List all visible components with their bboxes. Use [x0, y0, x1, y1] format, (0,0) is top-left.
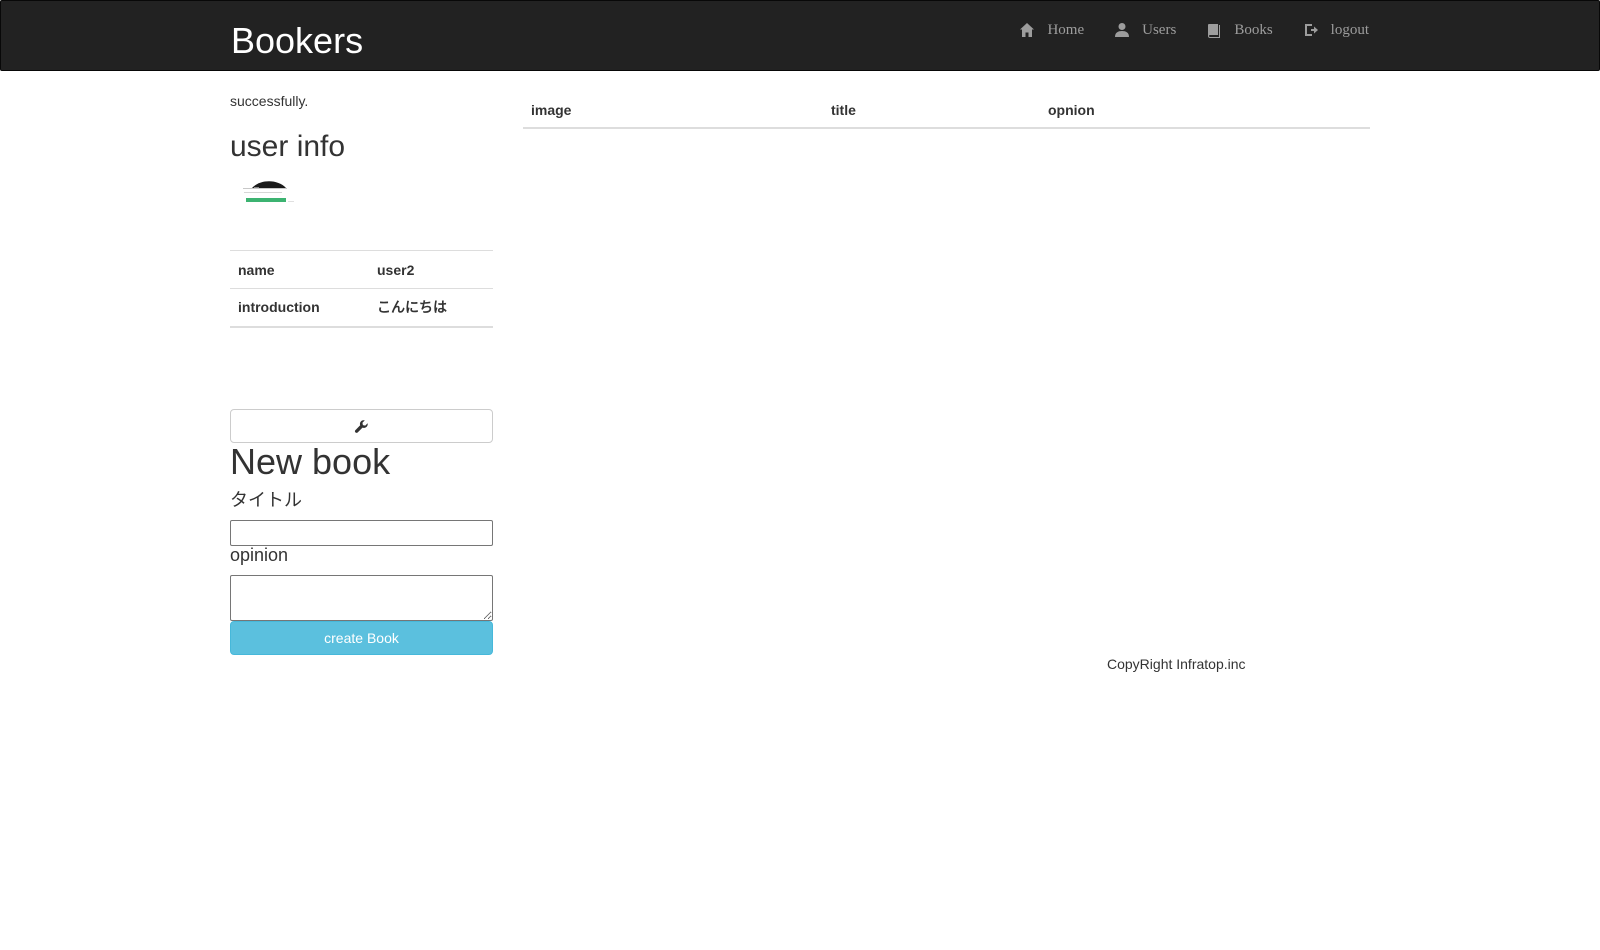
- create-book-button[interactable]: create Book: [230, 621, 493, 655]
- user-info-row-name: name user2: [230, 250, 493, 289]
- column-header-image: image: [523, 92, 823, 129]
- book-icon: [1208, 24, 1221, 38]
- user-info-value: こんにちは: [369, 288, 493, 328]
- user-icon: [1115, 23, 1130, 37]
- user-info-value: user2: [369, 250, 493, 289]
- edit-profile-button[interactable]: [230, 409, 493, 443]
- new-book-heading: New book: [230, 441, 391, 482]
- flash-message: successfully.: [230, 93, 309, 109]
- opinion-textarea[interactable]: [230, 575, 493, 621]
- nav-link-books[interactable]: Books: [1206, 20, 1273, 40]
- user-info-table: name user2 introduction こんにちは: [230, 250, 493, 328]
- nav-link-label: logout: [1330, 22, 1369, 38]
- nav-link-users[interactable]: Users: [1114, 20, 1176, 40]
- opinion-label: opinion: [230, 545, 289, 565]
- books-table: image title opnion: [523, 92, 1370, 129]
- profile-image: [243, 181, 294, 202]
- user-info-label: introduction: [230, 288, 369, 328]
- nav-link-home[interactable]: Home: [1019, 20, 1084, 40]
- home-icon: [1020, 23, 1035, 37]
- nav-link-label: Home: [1047, 22, 1085, 38]
- nav-link-logout[interactable]: logout: [1303, 20, 1369, 40]
- nav-link-label: Users: [1142, 22, 1177, 38]
- column-header-title: title: [823, 92, 1040, 129]
- user-info-label: name: [230, 250, 369, 289]
- nav-link-label: Books: [1234, 22, 1273, 38]
- title-input[interactable]: [230, 520, 493, 546]
- footer-copyright: CopyRight Infratop.inc: [1107, 656, 1246, 672]
- nav-links: Home Users Books logout: [1019, 20, 1369, 40]
- user-info-heading: user info: [230, 130, 346, 163]
- title-label: タイトル: [230, 490, 302, 510]
- brand-logo-link[interactable]: Bookers: [231, 20, 363, 62]
- top-navbar: Bookers Home Users Books logout: [0, 0, 1600, 71]
- books-table-header-row: image title opnion: [523, 92, 1370, 129]
- column-header-opinion: opnion: [1040, 92, 1370, 129]
- logout-icon: [1304, 24, 1318, 36]
- wrench-icon: [354, 419, 368, 433]
- user-info-row-introduction: introduction こんにちは: [230, 288, 493, 328]
